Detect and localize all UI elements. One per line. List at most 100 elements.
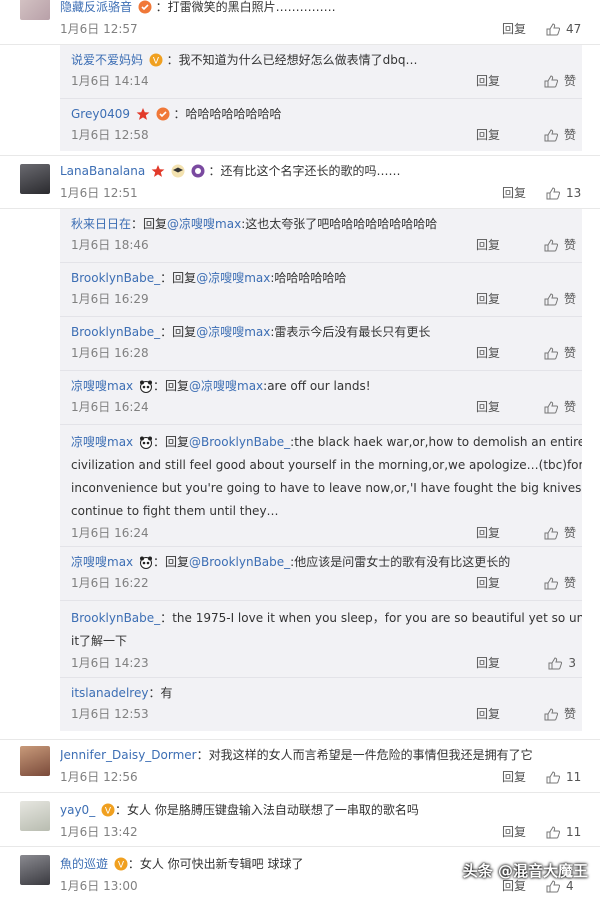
mention-link[interactable]: @BrooklynBabe_ <box>189 555 290 569</box>
vip-badge-icon: V <box>101 803 115 817</box>
like-button[interactable]: 赞 <box>544 236 576 254</box>
like-button[interactable]: 赞 <box>544 398 576 416</box>
like-button[interactable]: 赞 <box>544 126 576 144</box>
reply-time: 1月6日 16:22 <box>71 576 149 590</box>
mention-link[interactable]: @凉嗖嗖max <box>196 271 270 285</box>
like-label: 赞 <box>563 526 576 540</box>
reply-button[interactable]: 回复 <box>476 344 500 362</box>
reply-prefix: ：回复 <box>152 379 189 393</box>
grad-cap-icon <box>171 164 185 178</box>
reply-button[interactable]: 回复 <box>476 72 500 90</box>
thumbs-up-icon <box>544 707 558 720</box>
like-button[interactable]: 赞 <box>544 705 576 723</box>
like-label: 赞 <box>563 707 576 721</box>
reply-button[interactable]: 回复 <box>476 398 500 416</box>
reply-prefix: ：回复 <box>160 271 197 285</box>
like-label: 赞 <box>563 74 576 88</box>
reply-button[interactable]: 回复 <box>476 654 500 672</box>
reply-username[interactable]: BrooklynBabe_ <box>71 271 160 285</box>
reply-item: 凉嗖嗖max ：回复@凉嗖嗖max:are off our lands! 1月6… <box>60 371 582 425</box>
reply-prefix: ：回复 <box>152 435 189 449</box>
reply-username[interactable]: 凉嗖嗖max <box>71 555 133 569</box>
like-label: 赞 <box>563 238 576 252</box>
reply-username[interactable]: itslanadelrey <box>71 686 148 700</box>
like-button[interactable]: 11 <box>546 768 581 786</box>
reply-item: 凉嗖嗖max ：回复@BrooklynBabe_:the black haek … <box>60 425 582 547</box>
thumbs-up-icon <box>544 576 558 589</box>
vip-badge-icon <box>138 0 152 14</box>
like-button[interactable]: 11 <box>546 823 581 841</box>
avatar[interactable] <box>20 746 50 776</box>
comment-text: ：对我这样的女人而言希望是一件危险的事情但我还是拥有了它 <box>196 748 533 762</box>
reply-time: 1月6日 14:14 <box>71 74 149 88</box>
reply-username[interactable]: BrooklynBabe_ <box>71 611 160 625</box>
panda-icon <box>139 379 153 393</box>
reply-username[interactable]: 秋来日日在 <box>71 217 131 231</box>
like-button[interactable]: 赞 <box>544 72 576 90</box>
reply-button[interactable]: 回复 <box>502 184 526 202</box>
avatar[interactable] <box>20 164 50 194</box>
reply-text: the 1975-I love it when you sleep，for yo… <box>172 611 582 625</box>
reply-button[interactable]: 回复 <box>502 768 526 786</box>
like-button[interactable]: 3 <box>548 654 576 672</box>
reply-text: :哈哈哈哈哈哈 <box>270 271 347 285</box>
comment-time: 1月6日 13:42 <box>60 825 138 839</box>
reply-button[interactable]: 回复 <box>476 524 500 542</box>
reply-username[interactable]: 凉嗖嗖max <box>71 379 133 393</box>
thumbs-up-icon <box>544 74 558 87</box>
comment-item: LanaBanalana ：还有比这个名字还长的歌的吗…… 1月6日 12:51… <box>0 155 600 209</box>
like-button[interactable]: 赞 <box>544 524 576 542</box>
reply-username[interactable]: BrooklynBabe_ <box>71 325 160 339</box>
reply-button[interactable]: 回复 <box>476 574 500 592</box>
reply-thread: 秋来日日在：回复@凉嗖嗖max:这也太夸张了吧哈哈哈哈哈哈哈哈哈 1月6日 18… <box>60 209 582 731</box>
thumbs-up-icon <box>546 770 560 783</box>
like-button[interactable]: 赞 <box>544 290 576 308</box>
reply-button[interactable]: 回复 <box>476 290 500 308</box>
reply-button[interactable]: 回复 <box>476 236 500 254</box>
reply-text: :他应该是问雷女士的歌有没有比这更长的 <box>290 555 511 569</box>
reply-username[interactable]: Grey0409 <box>71 107 130 121</box>
panda-icon <box>139 555 153 569</box>
comment-time: 1月6日 12:56 <box>60 770 138 784</box>
reply-button[interactable]: 回复 <box>476 126 500 144</box>
svg-text:V: V <box>105 807 112 817</box>
comment-username[interactable]: LanaBanalana <box>60 164 145 178</box>
comment-username[interactable]: yay0_ <box>60 803 95 817</box>
panda-icon <box>139 434 153 449</box>
avatar[interactable] <box>20 801 50 831</box>
comment-username[interactable]: Jennifer_Daisy_Dormer <box>60 748 197 762</box>
reply-text: :这也太夸张了吧哈哈哈哈哈哈哈哈哈 <box>241 217 438 231</box>
thumbs-up-icon <box>548 656 563 669</box>
reply-button[interactable]: 回复 <box>476 705 500 723</box>
reply-text: :雷表示今后没有最长只有更长 <box>270 325 431 339</box>
thumbs-up-icon <box>546 879 560 892</box>
mention-link[interactable]: @凉嗖嗖max <box>189 379 263 393</box>
comment-username[interactable]: 隐藏反派骆音 <box>60 0 132 14</box>
like-label: 赞 <box>563 292 576 306</box>
reply-button[interactable]: 回复 <box>502 20 526 38</box>
mention-link[interactable]: @凉嗖嗖max <box>196 325 270 339</box>
like-button[interactable]: 47 <box>546 20 581 38</box>
reply-item: Grey0409 ：哈哈哈哈哈哈哈哈 1月6日 12:58 回复 赞 <box>60 99 582 152</box>
like-count: 11 <box>566 825 582 839</box>
reply-time: 1月6日 16:24 <box>71 400 149 414</box>
like-label: 赞 <box>563 576 576 590</box>
comment-text: ：还有比这个名字还长的歌的吗…… <box>208 164 401 178</box>
like-button[interactable]: 赞 <box>544 574 576 592</box>
mention-link[interactable]: @BrooklynBabe_ <box>189 435 290 449</box>
reply-button[interactable]: 回复 <box>502 823 526 841</box>
reply-text: :the black haek war,or,how to demolish a… <box>290 435 582 449</box>
avatar[interactable] <box>20 855 50 885</box>
like-button[interactable]: 13 <box>546 184 581 202</box>
avatar[interactable] <box>20 0 50 20</box>
comment-username[interactable]: 魚的巡遊 <box>60 857 108 871</box>
reply-username[interactable]: 说爱不爱妈妈 <box>71 53 143 67</box>
like-button[interactable]: 赞 <box>544 344 576 362</box>
reply-username[interactable]: 凉嗖嗖max <box>71 435 133 449</box>
mention-link[interactable]: @凉嗖嗖max <box>167 217 241 231</box>
reply-text-line: continue to fight them until they… <box>71 504 279 518</box>
reply-time: 1月6日 12:53 <box>71 707 149 721</box>
reply-prefix: ： <box>160 611 173 625</box>
red-star-icon <box>151 164 165 178</box>
comment-text: ：女人 你是胳膊压键盘输入法自动联想了一串取的歌名吗 <box>115 803 419 817</box>
